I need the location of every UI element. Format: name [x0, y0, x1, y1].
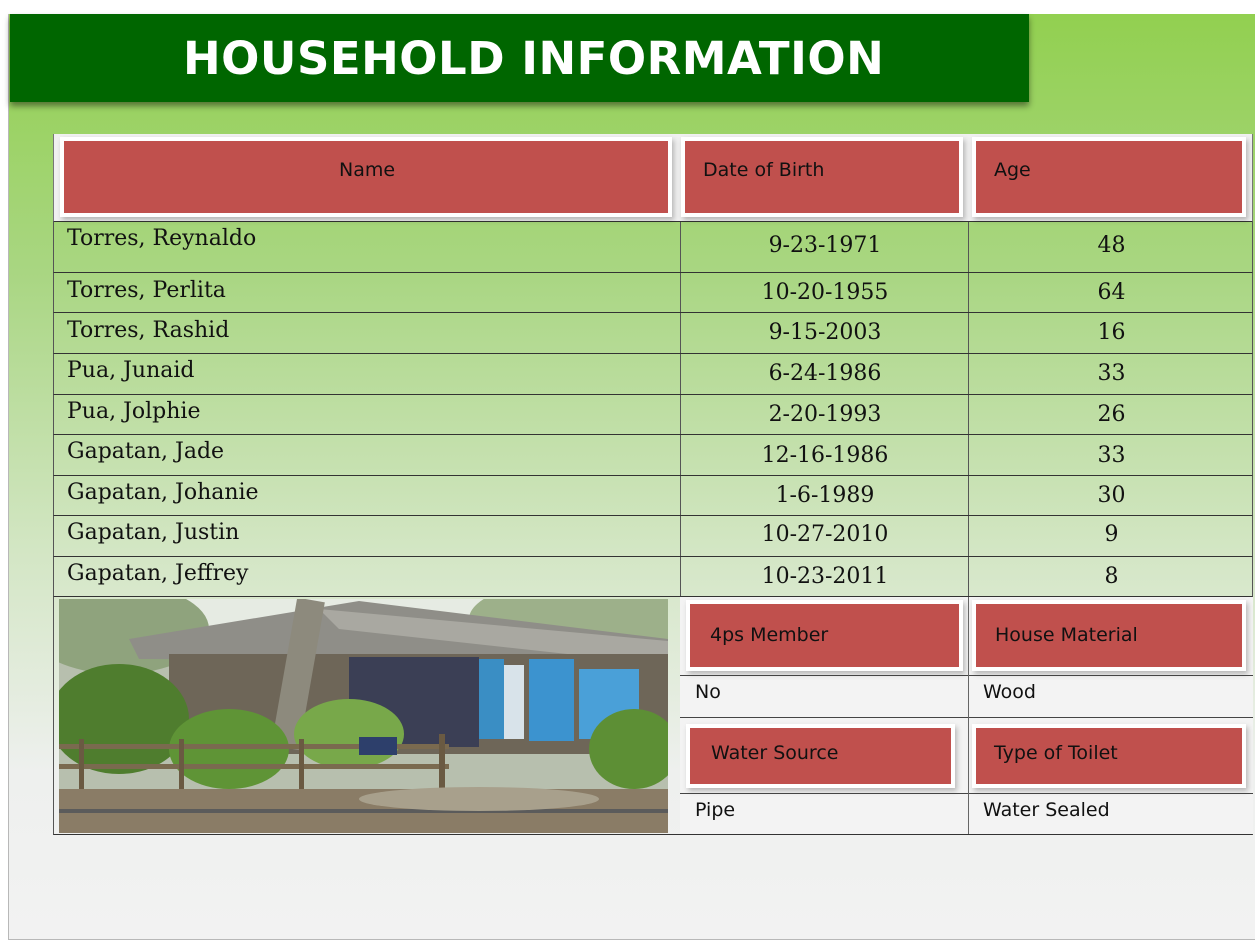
- row-age: 9: [1104, 522, 1119, 547]
- row-divider: [680, 675, 1253, 676]
- toilet-value: Water Sealed: [983, 799, 1110, 821]
- row-age: 8: [1104, 564, 1119, 589]
- header-name-label: Name: [339, 159, 396, 181]
- row-name: Gapatan, Jade: [67, 439, 225, 464]
- table-row: Torres, Rashid 9-15-2003 16: [53, 313, 1253, 354]
- header-dob: Date of Birth: [685, 141, 959, 213]
- row-name: Torres, Perlita: [67, 278, 226, 303]
- row-dob: 9-23-1971: [768, 233, 882, 258]
- row-age: 64: [1097, 280, 1126, 305]
- page-title: HOUSEHOLD INFORMATION: [183, 32, 885, 85]
- row-age: 33: [1097, 443, 1126, 468]
- table-row: Gapatan, Johanie 1-6-1989 30: [53, 476, 1253, 516]
- row-name: Pua, Jolphie: [67, 399, 201, 424]
- row-age: 30: [1097, 483, 1126, 508]
- house-material-value: Wood: [983, 681, 1036, 703]
- row-dob: 2-20-1993: [768, 402, 882, 427]
- table-header: Name Date of Birth Age: [53, 134, 1253, 222]
- toilet-label-cell: Type of Toilet: [976, 728, 1242, 784]
- row-name: Gapatan, Jeffrey: [67, 561, 249, 586]
- row-name: Torres, Reynaldo: [67, 226, 257, 251]
- row-dob: 9-15-2003: [768, 320, 882, 345]
- row-age: 16: [1097, 320, 1126, 345]
- table-row: Gapatan, Jeffrey 10-23-2011 8: [53, 557, 1253, 597]
- household-details: 4ps Member House Material Water Source T…: [53, 597, 1253, 835]
- row-dob: 10-20-1955: [761, 280, 889, 305]
- row-name: Gapatan, Justin: [67, 520, 240, 545]
- title-banner: HOUSEHOLD INFORMATION: [10, 14, 1029, 102]
- column-divider: [968, 597, 969, 834]
- row-dob: 1-6-1989: [775, 483, 875, 508]
- row-name: Pua, Junaid: [67, 358, 195, 383]
- row-dob: 10-27-2010: [761, 522, 889, 547]
- row-name: Gapatan, Johanie: [67, 480, 259, 505]
- fourps-value: No: [695, 681, 721, 703]
- toilet-label: Type of Toilet: [994, 742, 1118, 764]
- table-row: Torres, Reynaldo 9-23-1971 48: [53, 222, 1253, 273]
- fourps-label: 4ps Member: [710, 624, 829, 646]
- table-row: Pua, Junaid 6-24-1986 33: [53, 354, 1253, 395]
- table-row: Gapatan, Justin 10-27-2010 9: [53, 516, 1253, 557]
- row-divider: [680, 793, 1253, 794]
- table-row: Gapatan, Jade 12-16-1986 33: [53, 435, 1253, 476]
- row-divider: [680, 717, 1253, 718]
- table-row: Pua, Jolphie 2-20-1993 26: [53, 395, 1253, 435]
- row-dob: 10-23-2011: [761, 564, 889, 589]
- house-photo: [59, 599, 668, 833]
- row-dob: 6-24-1986: [768, 361, 882, 386]
- house-material-label: House Material: [995, 624, 1138, 646]
- fourps-label-cell: 4ps Member: [690, 604, 959, 667]
- row-age: 48: [1097, 233, 1126, 258]
- table-row: Torres, Perlita 10-20-1955 64: [53, 273, 1253, 313]
- water-source-label: Water Source: [711, 742, 839, 764]
- header-dob-label: Date of Birth: [703, 159, 825, 181]
- row-name: Torres, Rashid: [67, 318, 230, 343]
- house-material-label-cell: House Material: [976, 604, 1242, 667]
- header-age-label: Age: [994, 159, 1031, 181]
- header-age: Age: [976, 141, 1242, 213]
- row-dob: 12-16-1986: [761, 443, 889, 468]
- row-age: 26: [1097, 402, 1126, 427]
- header-name: Name: [64, 141, 668, 213]
- water-source-value: Pipe: [695, 799, 736, 821]
- row-age: 33: [1097, 361, 1126, 386]
- water-source-label-cell: Water Source: [690, 728, 951, 784]
